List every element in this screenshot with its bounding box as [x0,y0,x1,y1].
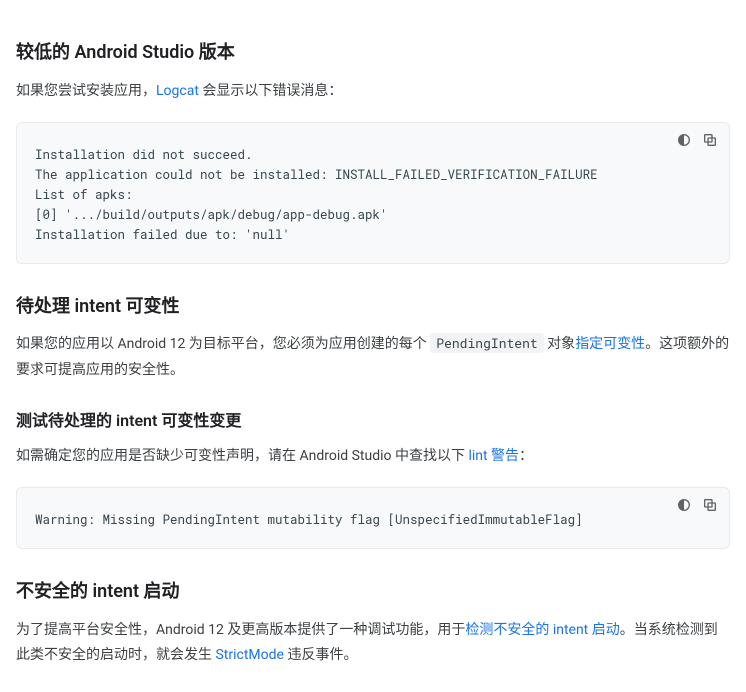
theme-toggle-icon[interactable] [673,494,695,516]
codeblock-lint-warning: Warning: Missing PendingIntent mutabilit… [16,487,730,549]
text: 违反事件。 [284,647,357,663]
lint-warning-link[interactable]: lint 警告 [468,448,519,464]
heading-pending-intent-mutability: 待处理 intent 可变性 [16,292,730,323]
text: 如需确定您的应用是否缺少可变性声明，请在 Android Studio 中查找以… [16,448,468,464]
copy-icon[interactable] [699,129,721,151]
theme-toggle-icon[interactable] [673,129,695,151]
code-content: Warning: Missing PendingIntent mutabilit… [35,510,711,530]
code-content: Installation did not succeed. The applic… [35,145,711,245]
heading-test-mutability-change: 测试待处理的 intent 可变性变更 [16,407,730,434]
code-actions [673,494,721,516]
text: 为了提高平台安全性，Android 12 及更高版本提供了一种调试功能，用于 [16,622,465,638]
text: 会显示以下错误消息： [199,83,342,99]
copy-icon[interactable] [699,494,721,516]
strictmode-link[interactable]: StrictMode [215,647,283,663]
text: 如果您的应用以 Android 12 为目标平台，您必须为应用创建的每个 [16,336,430,352]
heading-older-android-studio: 较低的 Android Studio 版本 [16,38,730,69]
logcat-link[interactable]: Logcat [156,83,199,99]
text: ： [519,448,533,464]
specify-mutability-link[interactable]: 指定可变性 [575,336,645,352]
paragraph-lint-warning: 如需确定您的应用是否缺少可变性声明，请在 Android Studio 中查找以… [16,444,730,469]
code-actions [673,129,721,151]
codeblock-install-error: Installation did not succeed. The applic… [16,122,730,264]
detect-unsafe-intent-link[interactable]: 检测不安全的 intent 启动 [465,622,619,638]
paragraph-unsafe-intent: 为了提高平台安全性，Android 12 及更高版本提供了一种调试功能，用于检测… [16,618,730,668]
paragraph-logcat: 如果您尝试安装应用，Logcat 会显示以下错误消息： [16,79,730,104]
pendingintent-code: PendingIntent [430,333,543,353]
text: 对象 [544,336,575,352]
heading-unsafe-intent-launch: 不安全的 intent 启动 [16,577,730,608]
text: 如果您尝试安装应用， [16,83,156,99]
paragraph-pending-intent: 如果您的应用以 Android 12 为目标平台，您必须为应用创建的每个 Pen… [16,332,730,382]
